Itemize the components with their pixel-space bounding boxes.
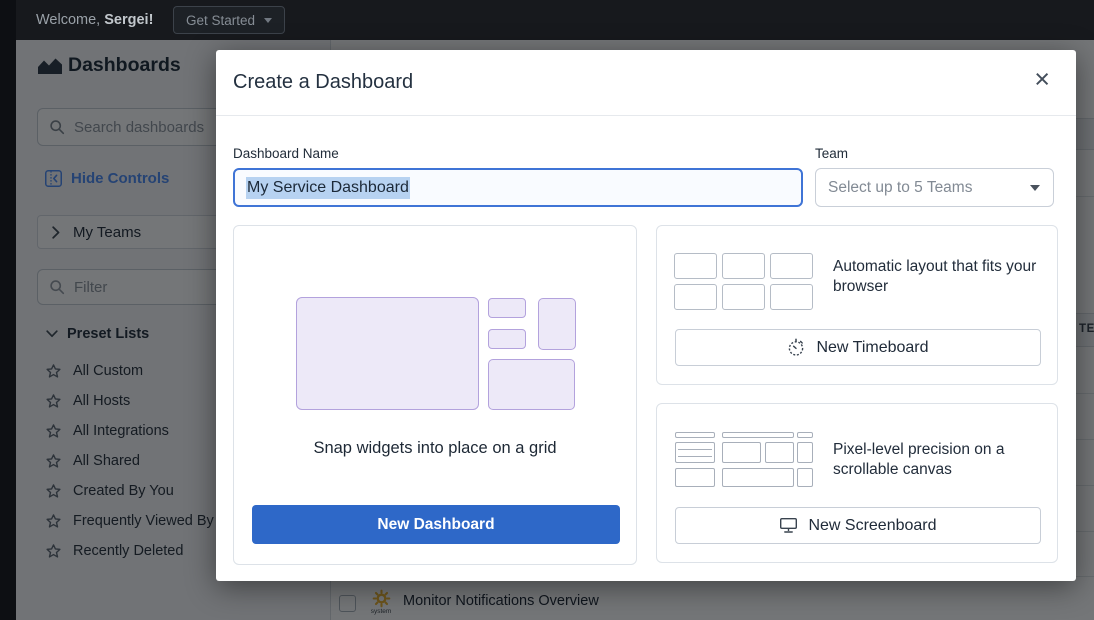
- new-dashboard-button[interactable]: New Dashboard: [252, 505, 620, 544]
- widget-placeholder: [488, 359, 575, 410]
- timeboard-description: Automatic layout that fits your browser: [833, 257, 1053, 298]
- modal-header-divider: [216, 115, 1076, 116]
- dashboard-name-label: Dashboard Name: [233, 146, 339, 161]
- team-select[interactable]: Select up to 5 Teams: [815, 168, 1054, 207]
- dashboard-name-input[interactable]: My Service Dashboard: [233, 168, 803, 207]
- welcome-text: Welcome, Sergei!: [36, 12, 153, 28]
- user-name: Sergei!: [104, 12, 153, 28]
- left-nav-rail: [0, 0, 16, 620]
- new-timeboard-label: New Timeboard: [816, 339, 928, 357]
- stopwatch-icon: [787, 338, 806, 357]
- close-icon[interactable]: ×: [1034, 66, 1050, 93]
- team-label: Team: [815, 146, 848, 161]
- screenboard-description: Pixel-level precision on a scrollable ca…: [833, 440, 1038, 481]
- screenboard-illustration: [675, 432, 831, 490]
- grid-card-caption: Snap widgets into place on a grid: [234, 439, 636, 458]
- monitor-icon: [779, 517, 798, 534]
- topbar: Welcome, Sergei! Get Started: [16, 0, 1094, 40]
- caret-down-icon: [1030, 185, 1040, 191]
- widget-placeholder: [488, 298, 526, 318]
- get-started-button[interactable]: Get Started: [173, 6, 285, 34]
- caret-down-icon: [264, 18, 272, 23]
- app-screen: Dashboards Hide Controls My Teams: [0, 0, 1094, 620]
- timeboard-illustration: [674, 253, 815, 310]
- widget-placeholder: [296, 297, 479, 410]
- get-started-label: Get Started: [186, 13, 255, 28]
- new-screenboard-button[interactable]: New Screenboard: [675, 507, 1041, 544]
- widget-placeholder: [538, 298, 576, 350]
- team-select-placeholder: Select up to 5 Teams: [828, 179, 972, 197]
- create-dashboard-modal: Create a Dashboard × Dashboard Name My S…: [216, 50, 1076, 581]
- screenboard-card: Pixel-level precision on a scrollable ca…: [656, 403, 1058, 563]
- new-timeboard-button[interactable]: New Timeboard: [675, 329, 1041, 366]
- modal-title: Create a Dashboard: [233, 71, 413, 94]
- selected-text: My Service Dashboard: [246, 177, 410, 199]
- timeboard-card: Automatic layout that fits your browser …: [656, 225, 1058, 385]
- grid-dashboard-card: Snap widgets into place on a grid New Da…: [233, 225, 637, 565]
- new-screenboard-label: New Screenboard: [808, 517, 936, 535]
- widget-placeholder: [488, 329, 526, 349]
